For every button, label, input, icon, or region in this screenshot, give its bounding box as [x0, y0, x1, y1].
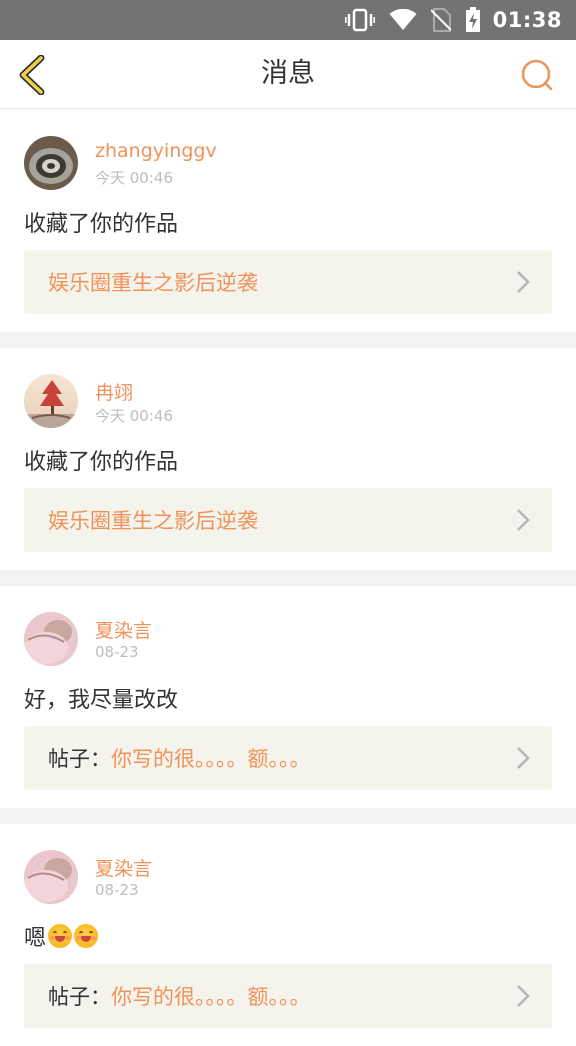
clock: 01:38 — [492, 8, 562, 32]
chevron-right-icon — [517, 747, 530, 769]
battery-charging-icon — [465, 7, 481, 33]
chevron-right-icon — [517, 509, 530, 531]
search-button[interactable] — [516, 54, 558, 96]
avatar[interactable] — [24, 612, 78, 666]
wifi-icon — [389, 9, 417, 31]
divider — [0, 808, 576, 824]
chevron-right-icon — [517, 985, 530, 1007]
link-title: 娱乐圈重生之影后逆袭 — [48, 271, 258, 295]
username[interactable]: zhangyinggv — [95, 140, 217, 162]
timestamp: 今天 00:46 — [95, 169, 173, 187]
message-card[interactable]: 冉翊 今天 00:46 收藏了你的作品 娱乐圈重生之影后逆袭 — [0, 348, 576, 570]
nav-bar: 消息 — [0, 40, 576, 109]
work-link[interactable]: 娱乐圈重生之影后逆袭 — [24, 488, 552, 552]
no-sim-icon — [430, 8, 451, 32]
avatar[interactable] — [24, 850, 78, 904]
smile-emoji-icon — [74, 924, 99, 948]
message-text: 收藏了你的作品 — [24, 212, 179, 237]
link-prefix: 帖子： — [48, 747, 111, 771]
timestamp: 今天 00:46 — [95, 407, 173, 425]
chevron-right-icon — [517, 271, 530, 293]
timestamp: 08-23 — [95, 643, 139, 661]
link-prefix: 帖子： — [48, 985, 111, 1009]
message-text: 好，我尽量改改 — [24, 688, 179, 713]
post-link[interactable]: 帖子： 你写的很。。。。额。。。 — [24, 726, 552, 790]
username[interactable]: 冉翊 — [95, 378, 133, 405]
search-icon — [521, 59, 553, 91]
link-title: 娱乐圈重生之影后逆袭 — [48, 509, 258, 533]
work-link[interactable]: 娱乐圈重生之影后逆袭 — [24, 250, 552, 314]
avatar[interactable] — [24, 374, 78, 428]
divider — [0, 570, 576, 586]
username[interactable]: 夏染言 — [95, 854, 152, 881]
message-card[interactable]: 夏染言 08-23 好，我尽量改改 帖子： 你写的很。。。。额。。。 — [0, 586, 576, 808]
timestamp: 08-23 — [95, 881, 139, 899]
message-card[interactable]: zhangyinggv 今天 00:46 收藏了你的作品 娱乐圈重生之影后逆袭 — [0, 110, 576, 332]
page-title: 消息 — [261, 58, 315, 89]
message-text-content: 嗯 — [24, 926, 47, 951]
message-text: 收藏了你的作品 — [24, 450, 179, 475]
divider — [0, 332, 576, 348]
smile-emoji-icon — [48, 924, 73, 948]
link-title: 你写的很。。。。额。。。 — [111, 985, 311, 1009]
link-title: 你写的很。。。。额。。。 — [111, 747, 311, 771]
vibrate-icon — [344, 8, 375, 32]
username[interactable]: 夏染言 — [95, 616, 152, 643]
avatar[interactable] — [24, 136, 78, 190]
message-card[interactable]: 夏染言 08-23 嗯 帖子： 你写的很。。。。额。。。 — [0, 824, 576, 1046]
status-bar: 01:38 — [0, 0, 576, 40]
message-text: 嗯 — [24, 920, 99, 952]
post-link[interactable]: 帖子： 你写的很。。。。额。。。 — [24, 964, 552, 1028]
